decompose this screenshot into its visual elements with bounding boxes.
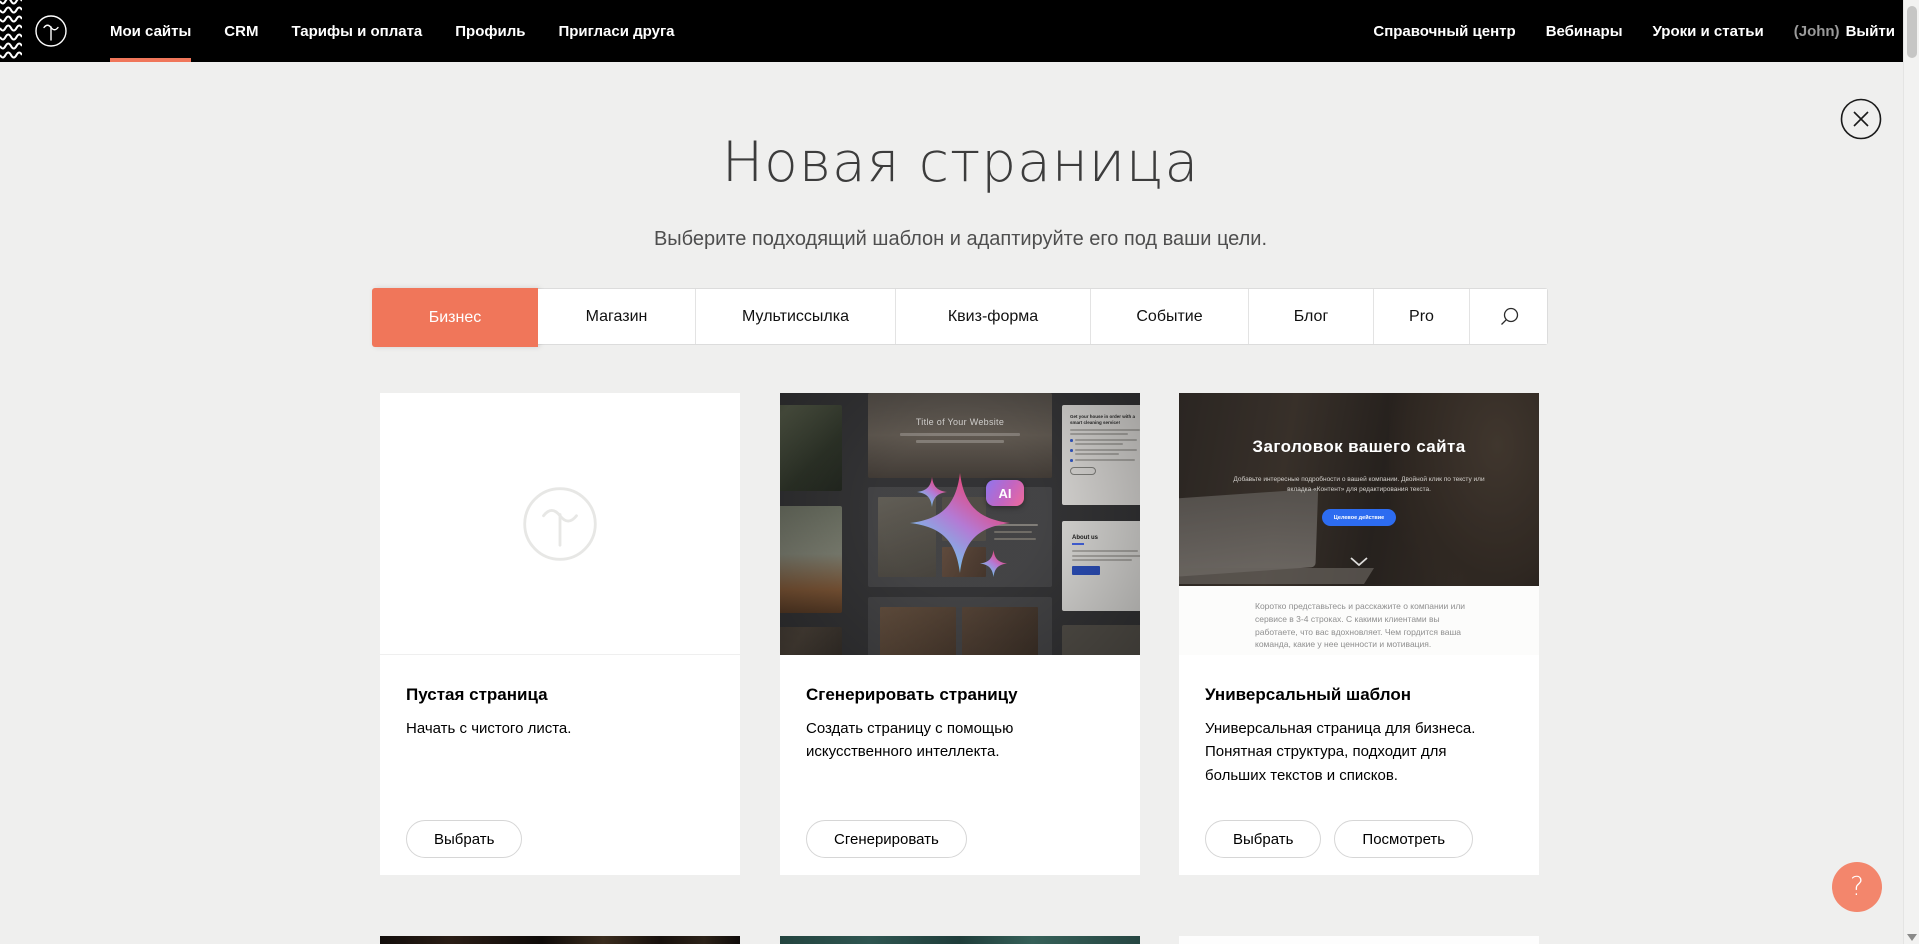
select-universal-button[interactable]: Выбрать — [1205, 820, 1321, 858]
chevron-down-icon — [1350, 557, 1368, 566]
nav-pricing[interactable]: Тарифы и оплата — [291, 0, 422, 62]
search-tab[interactable] — [1470, 289, 1547, 344]
generate-button[interactable]: Сгенерировать — [806, 820, 967, 858]
card-body: Универсальный шаблон Универсальная стран… — [1179, 655, 1539, 875]
close-icon — [1840, 98, 1882, 140]
card-description: Начать с чистого листа. — [406, 717, 706, 740]
card-description: Создать страницу с помощью искусственног… — [806, 717, 1106, 764]
preview-hero-text: Добавьте интересные подробности о вашей … — [1229, 475, 1489, 496]
tab-quiz[interactable]: Квиз-форма — [896, 289, 1091, 344]
card-title: Пустая страница — [406, 685, 548, 705]
ai-badge: AI — [986, 480, 1024, 506]
ai-preview: Title of Your Website Get your house in … — [780, 393, 1140, 655]
tab-pro[interactable]: Pro — [1374, 289, 1470, 344]
main-menu: Мои сайты CRM Тарифы и оплата Профиль Пр… — [110, 0, 675, 62]
tab-blog[interactable]: Блог — [1249, 289, 1374, 344]
close-dialog-button[interactable] — [1840, 98, 1882, 140]
nav-crm[interactable]: CRM — [224, 0, 258, 62]
page-title: Новая страница — [380, 130, 1541, 194]
preview-universal-button[interactable]: Посмотреть — [1334, 820, 1473, 858]
next-row-card-preview — [380, 936, 740, 944]
template-card-blank: Пустая страница Начать с чистого листа. … — [380, 393, 740, 875]
preview-body: Коротко представьтесь и расскажите о ком… — [1179, 586, 1539, 655]
card-description: Универсальная страница для бизнеса. Поня… — [1205, 717, 1505, 787]
logout-label: Выйти — [1846, 23, 1895, 40]
nav-my-sites[interactable]: Мои сайты — [110, 0, 191, 62]
card-body: Сгенерировать страницу Создать страницу … — [780, 655, 1140, 875]
preview-body-text: Коротко представьтесь и расскажите о ком… — [1255, 600, 1467, 651]
template-card-universal: Заголовок вашего сайта Добавьте интересн… — [1179, 393, 1539, 875]
next-row-card-preview — [1179, 936, 1539, 944]
help-button[interactable]: ? — [1832, 862, 1882, 912]
card-body: Пустая страница Начать с чистого листа. … — [380, 655, 740, 875]
preview-cta-button: Целевое действие — [1322, 509, 1396, 526]
nav-logout[interactable]: (John) Выйти — [1794, 0, 1895, 62]
next-row-card-preview — [780, 936, 1140, 944]
tab-business[interactable]: Бизнес — [372, 288, 538, 347]
nav-invite-friend[interactable]: Пригласи друга — [558, 0, 674, 62]
template-card-ai-generate: Title of Your Website Get your house in … — [780, 393, 1140, 875]
vertical-scrollbar[interactable] — [1903, 0, 1919, 944]
preview-hero-title: Заголовок вашего сайта — [1179, 437, 1539, 457]
select-blank-button[interactable]: Выбрать — [406, 820, 522, 858]
nav-help-center[interactable]: Справочный центр — [1373, 0, 1515, 62]
universal-preview: Заголовок вашего сайта Добавьте интересн… — [1179, 393, 1539, 655]
tab-shop[interactable]: Магазин — [538, 289, 696, 344]
blank-preview — [380, 393, 740, 655]
scrollbar-down-arrow-icon[interactable] — [1907, 934, 1917, 941]
card-title: Универсальный шаблон — [1205, 685, 1411, 705]
new-page-dialog: Мои сайты CRM Тарифы и оплата Профиль Пр… — [0, 0, 1919, 944]
page-subtitle: Выберите подходящий шаблон и адаптируйте… — [380, 228, 1541, 251]
tilda-watermark-icon — [520, 484, 600, 564]
ai-sparkles-icon — [875, 448, 1065, 608]
template-category-tabs: Бизнес Магазин Мультиссылка Квиз-форма С… — [372, 288, 1548, 345]
tilda-logo-icon[interactable] — [34, 14, 68, 48]
scrollbar-thumb[interactable] — [1907, 6, 1917, 58]
nav-profile[interactable]: Профиль — [455, 0, 525, 62]
user-name: (John) — [1794, 23, 1840, 40]
nav-webinars[interactable]: Вебинары — [1546, 0, 1623, 62]
preview-hero: Заголовок вашего сайта Добавьте интересн… — [1179, 393, 1539, 586]
tab-multilink[interactable]: Мультиссылка — [696, 289, 896, 344]
tab-event[interactable]: Событие — [1091, 289, 1249, 344]
nav-lessons[interactable]: Уроки и статьи — [1653, 0, 1764, 62]
search-icon — [1498, 306, 1520, 328]
card-title: Сгенерировать страницу — [806, 685, 1018, 705]
top-navbar: Мои сайты CRM Тарифы и оплата Профиль Пр… — [0, 0, 1919, 62]
waves-decoration-icon — [0, 0, 22, 62]
secondary-menu: Справочный центр Вебинары Уроки и статьи… — [1373, 0, 1895, 62]
